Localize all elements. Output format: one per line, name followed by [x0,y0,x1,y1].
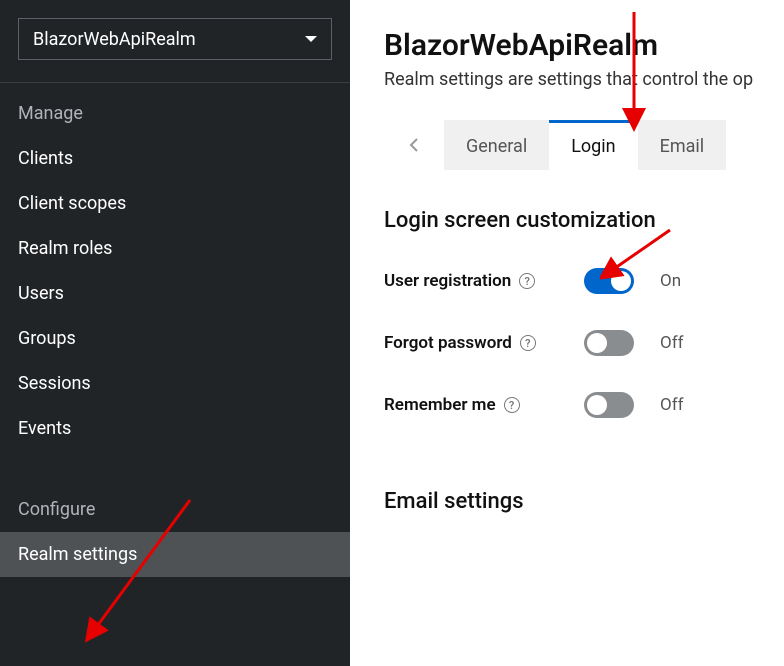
email-section-title: Email settings [384,489,784,514]
sidebar-item-groups[interactable]: Groups [0,316,350,361]
main-content: BlazorWebApiRealm Realm settings are set… [350,0,784,666]
tab-email[interactable]: Email [638,120,727,170]
tabs: General Login Email [384,120,784,170]
sidebar-item-clients[interactable]: Clients [0,136,350,181]
help-icon[interactable]: ? [520,335,536,351]
setting-label: Remember me [384,395,496,415]
help-icon[interactable]: ? [519,273,535,289]
setting-forgot-password: Forgot password ? Off [384,319,784,367]
tab-scroll-left[interactable] [384,120,444,170]
help-icon[interactable]: ? [504,397,520,413]
realm-selector-label: BlazorWebApiRealm [33,29,196,50]
toggle-state: Off [660,333,684,353]
tab-general[interactable]: General [444,120,549,170]
sidebar-section-manage: Manage [0,83,350,136]
setting-label: Forgot password [384,333,512,353]
tab-login[interactable]: Login [549,120,637,170]
sidebar-item-users[interactable]: Users [0,271,350,316]
toggle-remember-me[interactable] [584,392,634,418]
realm-selector[interactable]: BlazorWebApiRealm [18,18,332,60]
toggle-user-registration[interactable] [584,268,634,294]
sidebar-item-realm-settings[interactable]: Realm settings [0,532,350,577]
setting-user-registration: User registration ? On [384,257,784,305]
sidebar-item-events[interactable]: Events [0,406,350,451]
toggle-state: Off [660,395,684,415]
caret-down-icon [305,36,317,42]
setting-remember-me: Remember me ? Off [384,381,784,429]
sidebar-item-client-scopes[interactable]: Client scopes [0,181,350,226]
sidebar: BlazorWebApiRealm Manage Clients Client … [0,0,350,666]
page-title: BlazorWebApiRealm [384,28,784,63]
sidebar-item-realm-roles[interactable]: Realm roles [0,226,350,271]
toggle-state: On [660,271,681,291]
login-section-title: Login screen customization [384,208,784,233]
toggle-forgot-password[interactable] [584,330,634,356]
sidebar-item-sessions[interactable]: Sessions [0,361,350,406]
sidebar-section-configure: Configure [0,479,350,532]
page-description: Realm settings are settings that control… [384,69,784,90]
setting-label: User registration [384,271,511,291]
